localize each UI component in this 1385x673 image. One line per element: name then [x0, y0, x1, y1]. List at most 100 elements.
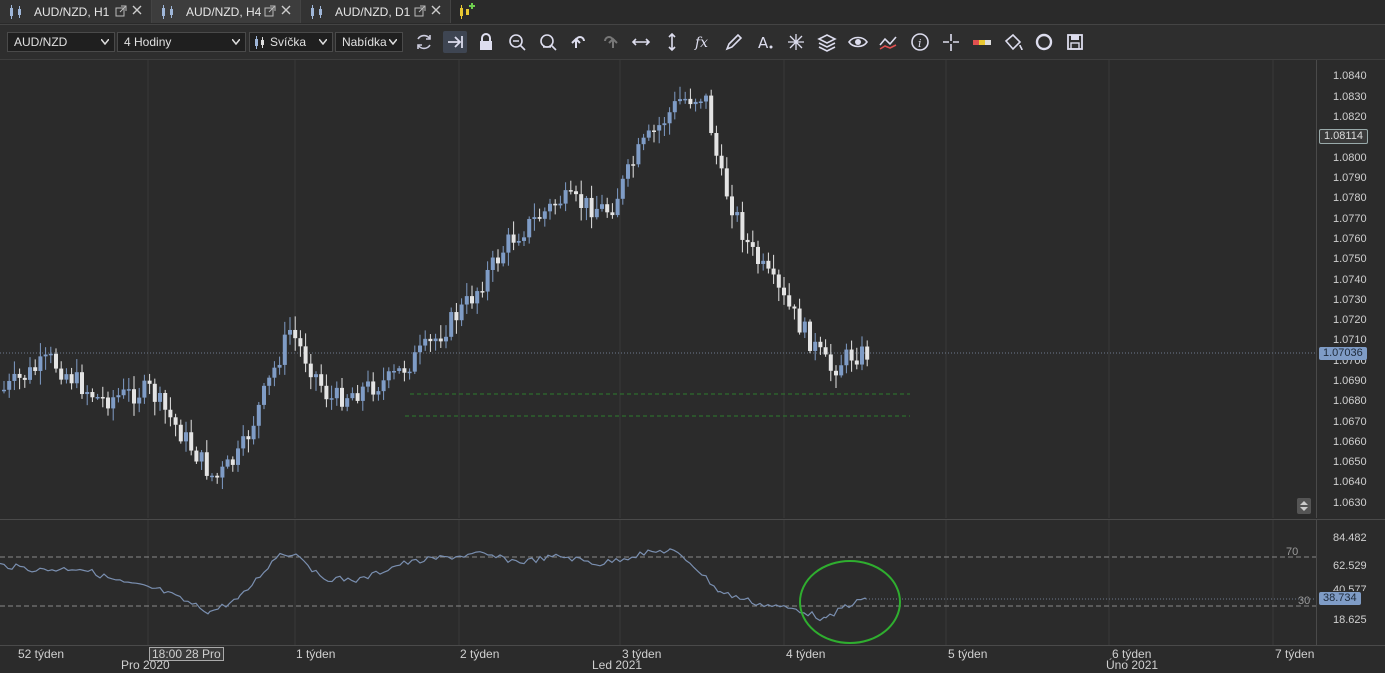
candle-body [574, 191, 578, 195]
autoscroll-button[interactable] [443, 31, 467, 53]
candle-body [475, 291, 480, 304]
tab-label: AUD/NZD, H4 [186, 4, 262, 19]
info-button[interactable]: i [908, 31, 932, 53]
chevron-down-icon [389, 39, 397, 45]
zoom-in-icon [509, 34, 526, 51]
zoom-out-button[interactable] [536, 31, 560, 53]
price-axis: 1.0840 1.0830 1.0820 1.08114 1.0800 1.07… [1316, 60, 1385, 518]
price-tick: 1.0660 [1333, 436, 1367, 448]
redo-icon [604, 36, 618, 48]
candle-body [168, 409, 173, 418]
candle-body [548, 203, 552, 212]
period-select[interactable]: 4 Hodiny [117, 32, 246, 52]
candle-body [251, 425, 256, 440]
close-icon[interactable] [430, 4, 442, 16]
candle-body [246, 436, 251, 440]
week-label: 4 týden [786, 647, 826, 661]
rsi-level-30-label: 30 [1298, 595, 1310, 607]
candlestick-icon [311, 4, 322, 19]
tab-aud-nzd-d1[interactable]: AUD/NZD, D1 [301, 0, 451, 23]
candle-body [844, 349, 849, 366]
candle-body [693, 101, 698, 105]
close-icon[interactable] [131, 4, 143, 16]
tab-aud-nzd-h4[interactable]: AUD/NZD, H4 [152, 0, 301, 23]
layers-icon [817, 34, 837, 52]
lock-button[interactable] [474, 31, 498, 53]
tab-aud-nzd-h1[interactable]: AUD/NZD, H1 [0, 0, 152, 23]
zoom-in-button[interactable] [505, 31, 529, 53]
candle-body [277, 364, 282, 368]
price-chart-area[interactable] [0, 60, 1316, 518]
candle-body [64, 374, 69, 380]
candle-body [610, 212, 615, 216]
candle-body [802, 321, 807, 333]
candle-body [797, 308, 802, 333]
horizontal-fit-button[interactable] [629, 31, 653, 53]
candle-body [730, 196, 734, 216]
symbol-select[interactable]: AUD/NZD [7, 32, 115, 52]
candle-body [594, 208, 599, 218]
candle-body [823, 347, 828, 355]
chevron-down-icon [232, 39, 240, 45]
detach-icon[interactable] [414, 5, 426, 17]
chevron-down-icon [101, 39, 109, 45]
price-tick: 1.0670 [1333, 416, 1367, 428]
candle-body [641, 137, 646, 145]
candle-body [189, 432, 194, 451]
fill-button[interactable] [1001, 31, 1025, 53]
candle-body [12, 373, 17, 381]
crosshair-button[interactable] [784, 31, 808, 53]
candle-body [340, 387, 344, 407]
svg-text:i: i [918, 37, 922, 50]
candle-body [636, 144, 641, 165]
rsi-indicator-panel[interactable]: 70 30 [0, 519, 1316, 646]
info-icon: i [911, 33, 929, 51]
visibility-button[interactable] [846, 31, 870, 53]
compare-button[interactable] [877, 31, 901, 53]
candle-body [2, 389, 6, 392]
candle-body [782, 287, 786, 296]
candle-body [412, 352, 417, 372]
close-icon[interactable] [280, 4, 292, 16]
candle-body [392, 371, 396, 373]
candle-body [85, 392, 90, 395]
save-button[interactable] [1063, 31, 1087, 53]
candle-body [397, 368, 402, 372]
scale-toggle-icon[interactable] [1297, 498, 1311, 514]
horizontal-fit-icon [631, 38, 651, 46]
detach-icon[interactable] [264, 5, 276, 17]
settings-button[interactable] [1032, 31, 1056, 53]
vertical-fit-icon [668, 32, 676, 52]
price-tick: 1.0740 [1333, 274, 1367, 286]
candle-body [38, 356, 43, 371]
indicator-button[interactable]: fx [691, 31, 715, 53]
price-tick: 1.0650 [1333, 456, 1367, 468]
detach-icon[interactable] [115, 5, 127, 17]
color-button[interactable] [970, 31, 994, 53]
week-label: 52 týden [18, 647, 65, 661]
candle-body [542, 211, 547, 219]
refresh-button[interactable] [412, 31, 436, 53]
candle-body [678, 99, 682, 102]
chart-type-select[interactable]: Svíčka [249, 32, 333, 52]
candle-body [371, 381, 376, 395]
candle-body [376, 391, 381, 395]
text-button[interactable]: A [753, 31, 777, 53]
rsi-axis: 84.482 62.529 40.577 38.734 18.625 [1316, 519, 1385, 646]
svg-text:fx: fx [694, 35, 708, 51]
menu-select-value: Nabídka [342, 35, 387, 49]
redo-button[interactable] [598, 31, 622, 53]
rsi-tick: 84.482 [1333, 532, 1367, 544]
layers-button[interactable] [815, 31, 839, 53]
menu-select[interactable]: Nabídka [335, 32, 403, 52]
draw-button[interactable] [722, 31, 746, 53]
add-chart-icon[interactable] [457, 3, 475, 21]
chevron-down-icon [319, 39, 327, 45]
cursor-button[interactable] [939, 31, 963, 53]
candle-body [95, 396, 100, 399]
candle-body [28, 367, 32, 380]
rsi-tick: 18.625 [1333, 614, 1367, 626]
vertical-fit-button[interactable] [660, 31, 684, 53]
candle-body [418, 345, 422, 353]
undo-button[interactable] [567, 31, 591, 53]
